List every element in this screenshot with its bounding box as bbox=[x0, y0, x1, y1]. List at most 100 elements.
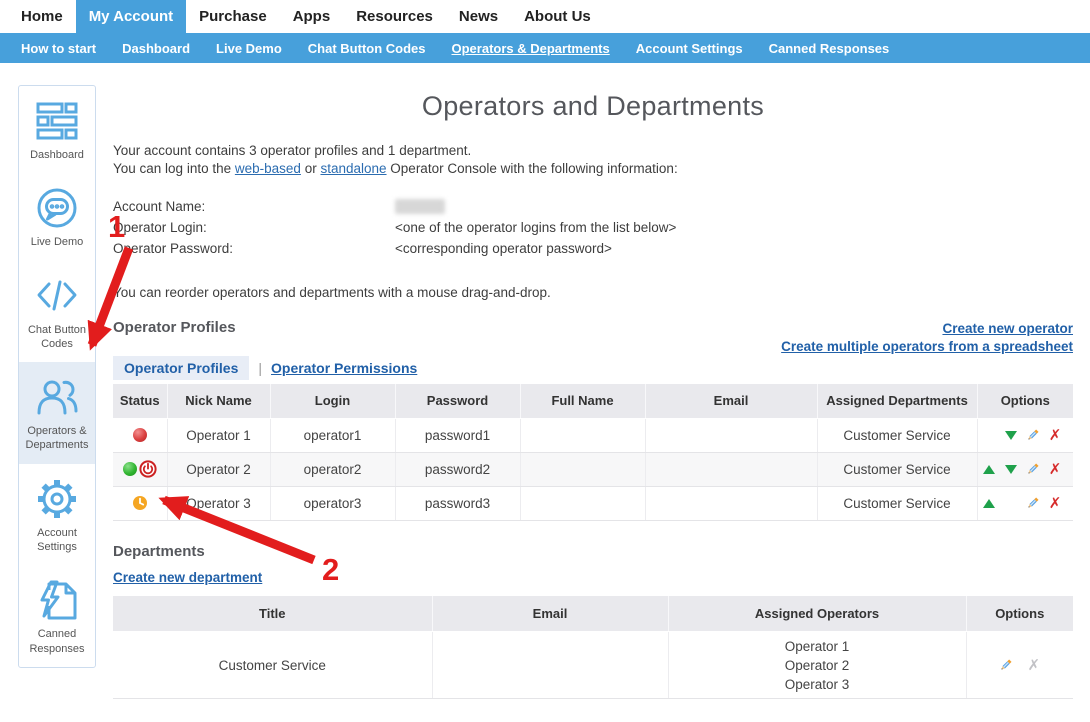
operator-email bbox=[645, 486, 817, 520]
operator-full-name bbox=[520, 418, 645, 452]
topnav-my-account[interactable]: My Account bbox=[76, 0, 186, 33]
status-offline-icon bbox=[133, 428, 147, 442]
col-nick-name: Nick Name bbox=[167, 384, 270, 418]
topnav-news[interactable]: News bbox=[446, 0, 511, 33]
delete-x-icon[interactable]: ✗ bbox=[1044, 495, 1066, 511]
assigned-operator: Operator 1 bbox=[669, 637, 966, 656]
intro-line2: You can log into the web-based or standa… bbox=[113, 160, 1073, 178]
tab-operator-profiles[interactable]: Operator Profiles bbox=[113, 356, 249, 380]
col-email: Email bbox=[645, 384, 817, 418]
operator-departments: Customer Service bbox=[817, 418, 977, 452]
sidebar-item-label: Canned Responses bbox=[22, 627, 92, 656]
operator-password-value: <corresponding operator password> bbox=[395, 238, 612, 259]
topnav-home[interactable]: Home bbox=[8, 0, 76, 33]
account-name-redacted-value bbox=[395, 199, 445, 214]
move-up-icon[interactable] bbox=[978, 495, 1000, 511]
col-options: Options bbox=[977, 384, 1073, 418]
subnav-dashboard[interactable]: Dashboard bbox=[109, 33, 203, 63]
subnav-chat-button-codes[interactable]: Chat Button Codes bbox=[295, 33, 439, 63]
col-title: Title bbox=[113, 596, 432, 632]
assigned-operator: Operator 2 bbox=[669, 656, 966, 675]
create-new-department-link[interactable]: Create new department bbox=[113, 570, 262, 585]
operator-login-label: Operator Login: bbox=[113, 217, 395, 238]
assigned-operators-list: Operator 1 Operator 2 Operator 3 bbox=[669, 637, 966, 694]
logout-power-icon[interactable] bbox=[139, 460, 157, 478]
edit-pencil-icon[interactable] bbox=[1022, 495, 1044, 511]
web-based-link[interactable]: web-based bbox=[235, 161, 301, 176]
operator-nick: Operator 1 bbox=[167, 418, 270, 452]
operator-full-name bbox=[520, 486, 645, 520]
sidebar-item-label: Chat Button Codes bbox=[22, 323, 92, 352]
sidebar-item-canned-responses[interactable]: Canned Responses bbox=[19, 565, 95, 667]
operator-login: operator3 bbox=[270, 486, 395, 520]
departments-table-header: Title Email Assigned Operators Options bbox=[113, 596, 1073, 632]
status-away-clock-icon bbox=[132, 495, 148, 511]
intro-line2-after: Operator Console with the following info… bbox=[390, 161, 677, 176]
department-row-1[interactable]: Customer Service Operator 1 Operator 2 O… bbox=[113, 632, 1073, 699]
topnav-about-us[interactable]: About Us bbox=[511, 0, 604, 33]
gear-icon bbox=[35, 477, 79, 521]
code-icon bbox=[35, 274, 79, 318]
departments-table: Title Email Assigned Operators Options C… bbox=[113, 596, 1073, 700]
intro-text: Your account contains 3 operator profile… bbox=[113, 142, 1073, 178]
status-online-icon bbox=[123, 462, 137, 476]
edit-pencil-icon[interactable] bbox=[1022, 461, 1044, 477]
create-multiple-operators-link[interactable]: Create multiple operators from a spreads… bbox=[781, 339, 1073, 354]
topnav-apps[interactable]: Apps bbox=[280, 0, 344, 33]
tab-separator: | bbox=[258, 360, 262, 376]
tab-operator-permissions[interactable]: Operator Permissions bbox=[271, 360, 417, 376]
sidebar-item-live-demo[interactable]: Live Demo bbox=[19, 173, 95, 260]
sidebar-item-label: Account Settings bbox=[22, 526, 92, 555]
edit-pencil-icon[interactable] bbox=[1022, 427, 1044, 443]
operator-nick: Operator 2 bbox=[167, 452, 270, 486]
standalone-link[interactable]: standalone bbox=[320, 161, 386, 176]
main-content: Operators and Departments Your account c… bbox=[113, 85, 1073, 699]
operator-row-3[interactable]: Operator 3 operator3 password3 Customer … bbox=[113, 486, 1073, 520]
col-full-name: Full Name bbox=[520, 384, 645, 418]
intro-line1: Your account contains 3 operator profile… bbox=[113, 142, 1073, 160]
subnav-operators-departments[interactable]: Operators & Departments bbox=[439, 33, 623, 63]
sidebar-item-label: Live Demo bbox=[31, 235, 84, 249]
edit-pencil-icon[interactable] bbox=[995, 657, 1017, 673]
sidebar-item-account-settings[interactable]: Account Settings bbox=[19, 464, 95, 566]
account-credentials: Account Name: Operator Login: <one of th… bbox=[113, 196, 1073, 259]
department-title: Customer Service bbox=[113, 632, 432, 699]
delete-x-icon[interactable]: ✗ bbox=[1044, 427, 1066, 443]
delete-x-disabled-icon: ✗ bbox=[1023, 657, 1045, 673]
operator-login: operator1 bbox=[270, 418, 395, 452]
topnav-purchase[interactable]: Purchase bbox=[186, 0, 280, 33]
subnav-canned-responses[interactable]: Canned Responses bbox=[756, 33, 903, 63]
delete-x-icon[interactable]: ✗ bbox=[1044, 461, 1066, 477]
sidebar-item-label: Operators & Departments bbox=[22, 424, 92, 453]
intro-line2-before: You can log into the bbox=[113, 161, 231, 176]
operator-departments: Customer Service bbox=[817, 452, 977, 486]
operators-table: Status Nick Name Login Password Full Nam… bbox=[113, 384, 1073, 521]
col-login: Login bbox=[270, 384, 395, 418]
sidebar-item-operators-departments[interactable]: Operators & Departments bbox=[19, 362, 95, 464]
topnav-resources[interactable]: Resources bbox=[343, 0, 446, 33]
subnav-live-demo[interactable]: Live Demo bbox=[203, 33, 295, 63]
dashboard-icon bbox=[35, 99, 79, 143]
page-title: Operators and Departments bbox=[113, 91, 1073, 122]
move-down-icon[interactable] bbox=[1000, 427, 1022, 443]
top-navigation: Home My Account Purchase Apps Resources … bbox=[0, 0, 1090, 33]
operator-row-2[interactable]: Operator 2 operator2 password2 Customer … bbox=[113, 452, 1073, 486]
operator-password-label: Operator Password: bbox=[113, 238, 395, 259]
move-up-icon[interactable] bbox=[978, 461, 1000, 477]
sidebar-item-dashboard[interactable]: Dashboard bbox=[19, 86, 95, 173]
account-name-label: Account Name: bbox=[113, 196, 395, 217]
people-icon bbox=[35, 375, 79, 419]
operator-password: password1 bbox=[395, 418, 520, 452]
chat-bubble-icon bbox=[35, 186, 79, 230]
operator-email bbox=[645, 418, 817, 452]
operators-table-header: Status Nick Name Login Password Full Nam… bbox=[113, 384, 1073, 418]
sidebar-item-chat-button-codes[interactable]: Chat Button Codes bbox=[19, 261, 95, 363]
operator-login: operator2 bbox=[270, 452, 395, 486]
subnav-how-to-start[interactable]: How to start bbox=[8, 33, 109, 63]
move-down-icon[interactable] bbox=[1000, 461, 1022, 477]
operator-row-1[interactable]: Operator 1 operator1 password1 Customer … bbox=[113, 418, 1073, 452]
create-new-operator-link[interactable]: Create new operator bbox=[942, 321, 1073, 336]
col-status: Status bbox=[113, 384, 167, 418]
subnav-account-settings[interactable]: Account Settings bbox=[623, 33, 756, 63]
col-assigned-departments: Assigned Departments bbox=[817, 384, 977, 418]
